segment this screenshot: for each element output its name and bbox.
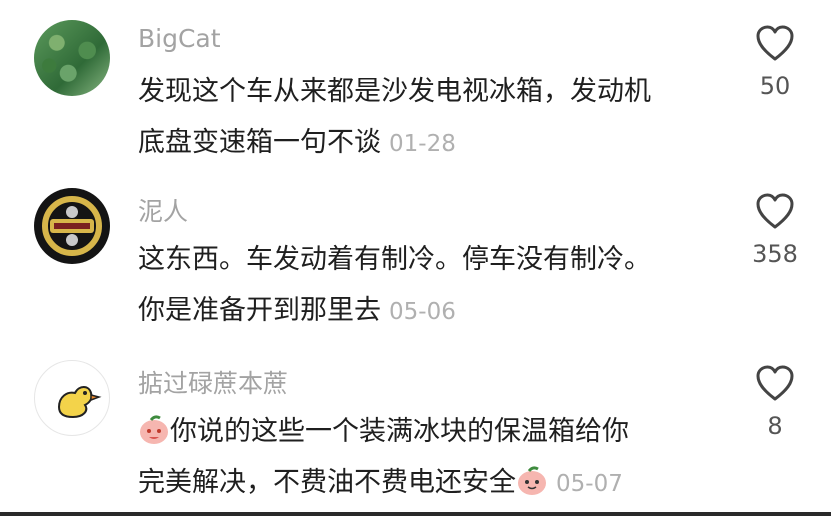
avatar[interactable] (34, 360, 110, 436)
comment-item: 掂过碌蔗本蔗 你说的这些一个装满冰块的保温箱给你 完美解决，不费油不费电还安全 0… (0, 340, 831, 510)
comment-line: 完美解决，不费油不费电还安全 (138, 467, 516, 498)
like-count: 358 (752, 240, 798, 268)
like-button[interactable]: 358 (740, 192, 810, 268)
duck-icon (57, 386, 102, 419)
comment-date: 01-28 (389, 131, 456, 157)
like-button[interactable]: 8 (740, 364, 810, 440)
comment-line: 你说的这些一个装满冰块的保温箱给你 (138, 406, 738, 457)
comment-line: 底盘变速箱一句不谈 (138, 127, 381, 158)
comment-item: 泥人 这东西。车发动着有制冷。停车没有制冷。 你是准备开到那里去 05-06 35… (0, 168, 831, 338)
heart-outline-icon (756, 25, 794, 61)
peach-face-emoji-icon (518, 466, 546, 495)
username[interactable]: 泥人 (138, 192, 188, 228)
like-count: 50 (759, 72, 791, 100)
comment-date: 05-06 (389, 299, 456, 325)
comment-item: BigCat 发现这个车从来都是沙发电视冰箱，发动机 底盘变速箱一句不谈 01-2… (0, 0, 831, 170)
band-logo-icon (36, 190, 108, 262)
bottom-divider (0, 512, 831, 516)
comment-line-text: 你说的这些一个装满冰块的保温箱给你 (170, 416, 629, 447)
heart-outline-icon (756, 193, 794, 229)
heart-outline-icon (756, 365, 794, 401)
comment-text[interactable]: 发现这个车从来都是沙发电视冰箱，发动机 底盘变速箱一句不谈 01-28 (138, 66, 738, 170)
comment-line-last: 底盘变速箱一句不谈 01-28 (138, 117, 738, 170)
comment-date: 05-07 (556, 471, 623, 497)
username[interactable]: BigCat (138, 24, 221, 53)
like-button[interactable]: 50 (740, 24, 810, 100)
comment-line: 这东西。车发动着有制冷。停车没有制冷。 (138, 244, 651, 275)
comment-line: 发现这个车从来都是沙发电视冰箱，发动机 (138, 76, 651, 107)
comment-line: 你是准备开到那里去 (138, 295, 381, 326)
like-count: 8 (767, 412, 783, 440)
comment-text[interactable]: 这东西。车发动着有制冷。停车没有制冷。 你是准备开到那里去 05-06 (138, 234, 738, 338)
avatar[interactable] (34, 188, 110, 264)
username[interactable]: 掂过碌蔗本蔗 (138, 364, 288, 400)
peach-face-emoji-icon (140, 415, 168, 444)
comment-text[interactable]: 你说的这些一个装满冰块的保温箱给你 完美解决，不费油不费电还安全 05-07 (138, 406, 738, 510)
comment-line-last: 完美解决，不费油不费电还安全 05-07 (138, 457, 738, 510)
avatar[interactable] (34, 20, 110, 96)
comment-line-last: 你是准备开到那里去 05-06 (138, 285, 738, 338)
